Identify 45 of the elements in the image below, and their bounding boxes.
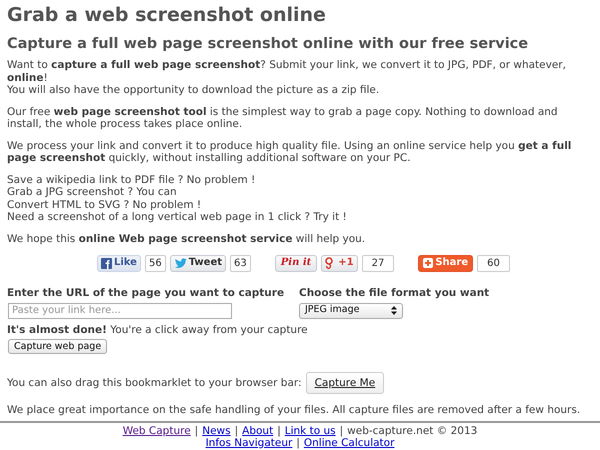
notice-text: We place great importance on the safe handling of your files. All capture files are removed after a few hours. (7, 404, 580, 416)
separator: | (234, 424, 238, 437)
paragraph-text: Convert HTML to SVG ? No problem ! (7, 198, 202, 211)
capture-button[interactable]: Capture web page (8, 339, 108, 354)
separator: | (277, 424, 281, 437)
share-count: 27 (362, 254, 394, 272)
status-text: It's almost done! You're a click away from your capture (7, 324, 308, 336)
plus-one-button[interactable]: +1 (321, 254, 358, 272)
plus-icon (423, 258, 434, 268)
paragraph-text: We process your link and convert it to produce high quality file. Using an online service help you get a full page screenshot quickly, without installing additional software on your PC. (7, 140, 572, 164)
paragraph-text: Need a screenshot of a long vertical web page in 1 click ? Try it ! (7, 211, 347, 224)
page-title: Grab a web screenshot online (7, 3, 327, 27)
page-subtitle: Capture a full web page screenshot online with our free service (7, 35, 530, 53)
format-label: Choose the file format you want (299, 287, 490, 300)
paragraph-text: We hope this online Web page screenshot service will help you. (7, 232, 366, 245)
separator: | (340, 424, 344, 437)
facebook-icon (101, 258, 112, 268)
bookmarklet-text: You can also drag this bookmarklet to your browser bar: (7, 376, 302, 390)
updown-icon (391, 306, 397, 315)
url-input[interactable]: Paste your link here... (8, 302, 232, 318)
paragraph-text: You will also have the opportunity to download the picture as a zip file. (7, 84, 380, 96)
share-count: 63 (230, 254, 251, 272)
share-count: 60 (477, 254, 510, 272)
footer-link[interactable]: Web Capture (122, 424, 191, 437)
url-label: Enter the URL of the page you want to capture (7, 287, 284, 300)
paragraph-text: Our free web page screenshot tool is the simplest way to grab a page copy. Nothing to download and install, the whole process takes place online. (7, 106, 559, 130)
footer-link[interactable]: Link to us (284, 424, 336, 437)
paragraph-text: Grab a JPG screenshot ? You can (7, 186, 177, 198)
copyright-text: web-capture.net © 2013 (347, 424, 478, 437)
bookmarklet-button[interactable]: Capture Me (306, 372, 384, 394)
tweet-button[interactable]: Tweet (170, 254, 226, 272)
separator: | (194, 424, 198, 437)
share-count: 56 (144, 254, 166, 272)
footer-link[interactable]: Online Calculator (304, 437, 394, 450)
like-button[interactable]: Like (97, 254, 141, 272)
separator: | (296, 437, 300, 450)
g-icon (325, 257, 334, 269)
bird-icon (174, 258, 187, 268)
format-dropdown[interactable]: JPEG image (299, 302, 403, 318)
footer-link[interactable]: Infos Navigateur (206, 437, 292, 450)
pin-it-button[interactable]: Pin it (274, 254, 318, 272)
footer-link[interactable]: News (202, 424, 231, 437)
paragraph-text: Want to capture a full web page screenshot? Submit your link, we convert it to JPG, PDF, or whatever, online! (7, 59, 567, 84)
footer-link[interactable]: About (242, 424, 274, 437)
paragraph-text: Save a wikipedia link to PDF file ? No problem ! (7, 174, 256, 186)
